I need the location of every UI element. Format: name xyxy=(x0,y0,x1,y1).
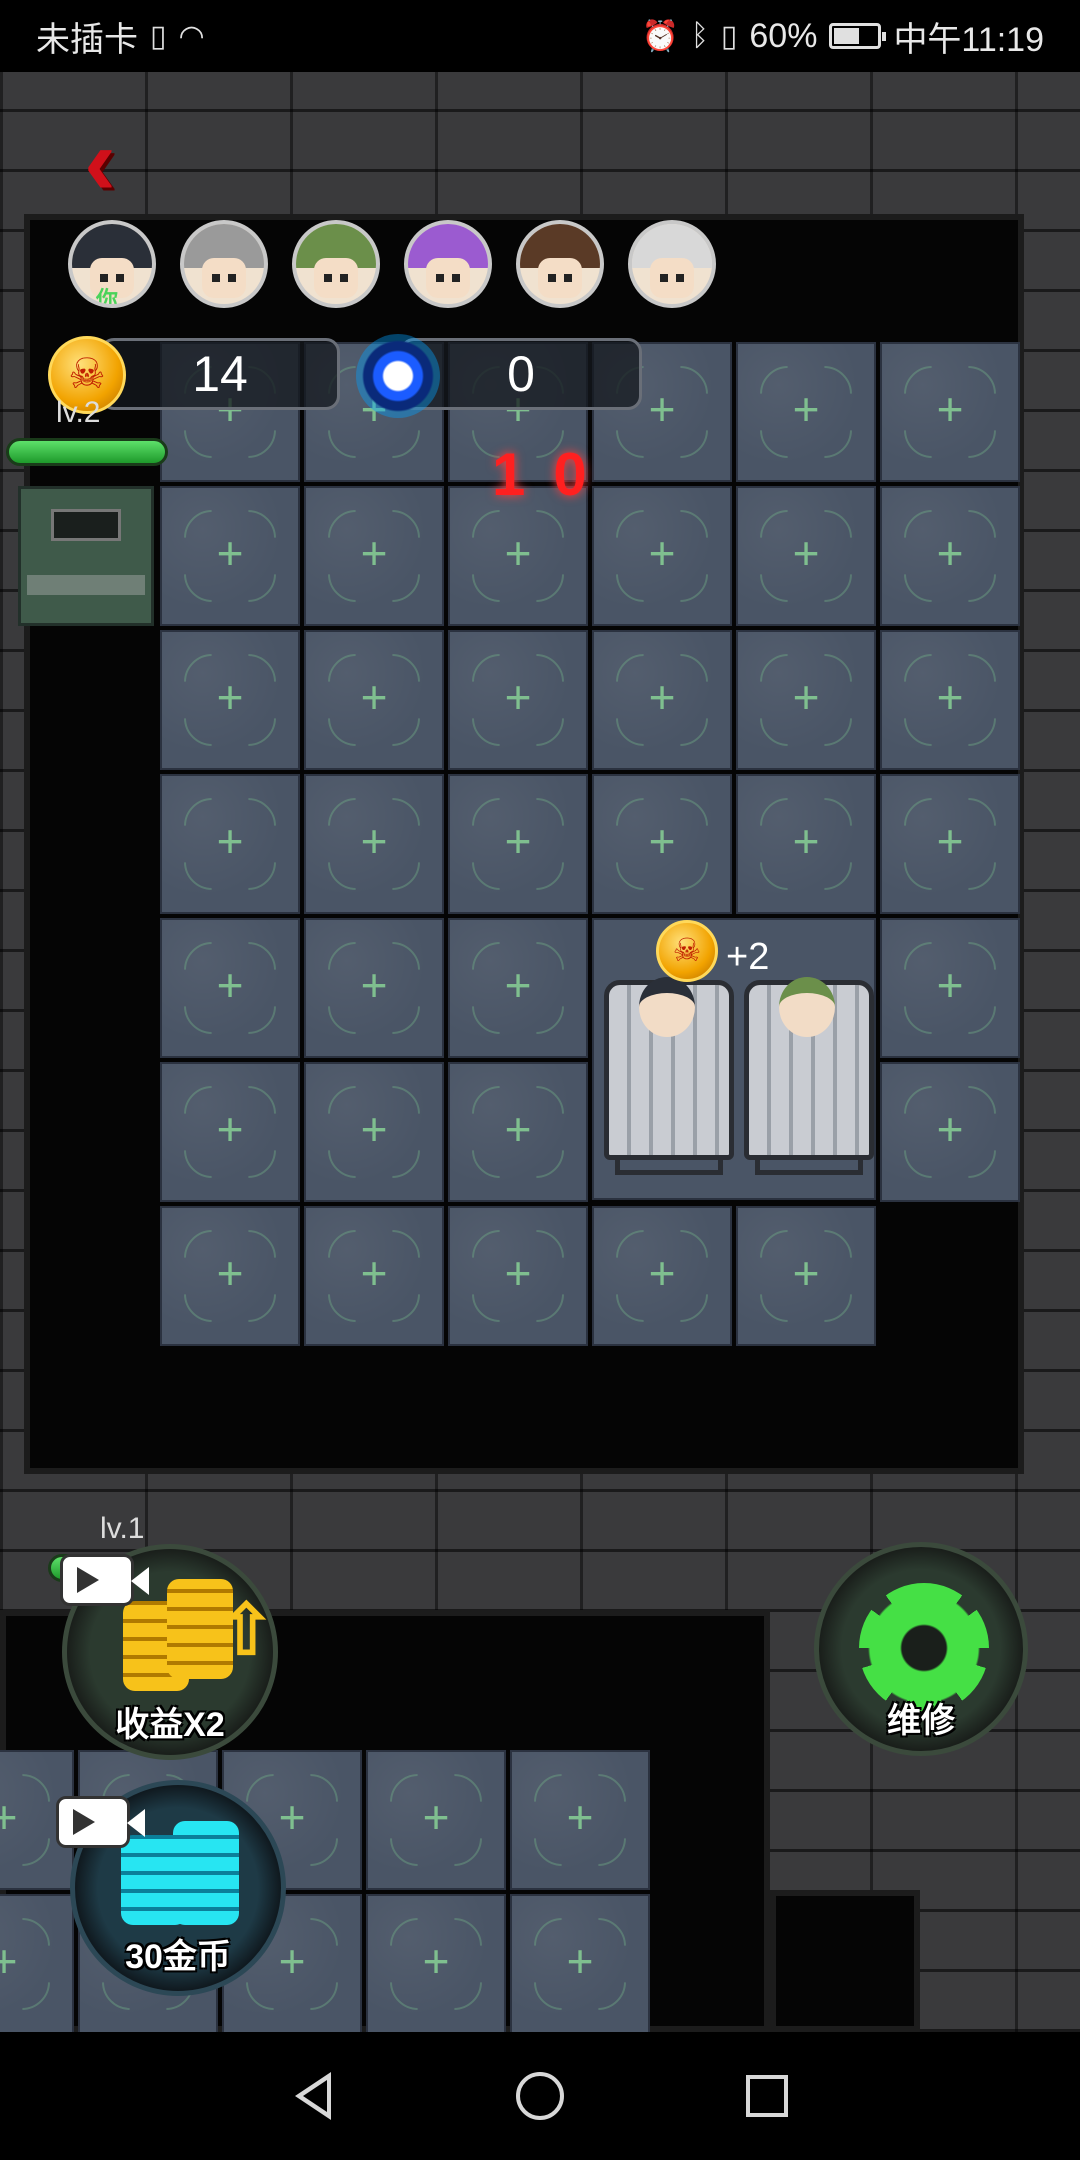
floor-tile[interactable] xyxy=(448,774,588,914)
nav-home-button[interactable] xyxy=(500,2072,580,2120)
floor-tile[interactable] xyxy=(880,1062,1020,1202)
floor-tile[interactable] xyxy=(366,1750,506,1890)
floor-tile[interactable] xyxy=(736,774,876,914)
battery-icon xyxy=(829,23,887,49)
floor-tile[interactable] xyxy=(736,1206,876,1346)
wifi-icon: ◠ xyxy=(178,19,205,53)
floor-tile[interactable] xyxy=(160,774,300,914)
nav-recents-button[interactable] xyxy=(727,2075,807,2117)
carrier-text: 未插卡 xyxy=(36,20,138,59)
floor-tile[interactable] xyxy=(592,774,732,914)
avatar-grandma[interactable] xyxy=(180,220,268,308)
floor-tile[interactable] xyxy=(304,1206,444,1346)
floor-tile[interactable] xyxy=(448,1206,588,1346)
floor-tile[interactable] xyxy=(160,1206,300,1346)
floor-tile[interactable] xyxy=(592,1206,732,1346)
nav-back-button[interactable] xyxy=(273,2072,353,2120)
back-button[interactable]: ‹ xyxy=(84,112,154,212)
floor-tile[interactable] xyxy=(510,1894,650,2034)
bed-skull-coin-icon: ☠ xyxy=(656,920,718,982)
floor-tile[interactable] xyxy=(304,486,444,626)
floor-tile[interactable] xyxy=(160,918,300,1058)
avatar-row: 你 xyxy=(68,220,716,308)
alarm-icon: ⏰ xyxy=(641,19,679,53)
system-nav-bar xyxy=(0,2032,1080,2160)
floor-tile[interactable] xyxy=(736,630,876,770)
portal-energy-count: 0 xyxy=(507,346,535,402)
floor-tile[interactable] xyxy=(448,630,588,770)
battery-percent: 60% xyxy=(749,16,818,55)
avatar-brown-hair[interactable] xyxy=(516,220,604,308)
floor-tile[interactable] xyxy=(880,774,1020,914)
roommate-in-bed xyxy=(779,977,835,1037)
video-ad-icon-2 xyxy=(56,1796,145,1848)
clock: 中午11:19 xyxy=(893,20,1044,59)
floor-tile[interactable] xyxy=(160,1062,300,1202)
avatar-green-hair[interactable] xyxy=(292,220,380,308)
status-bar: 未插卡 ▯ ◠ ⏰ ᛒ ▯ 60% 中午11:19 xyxy=(0,0,1080,72)
bluetooth-icon: ᛒ xyxy=(690,19,709,52)
door-hp-bar xyxy=(6,438,168,466)
cyan-coin-stack-icon-2 xyxy=(173,1821,239,1925)
sim-alert-icon: ▯ xyxy=(150,19,167,53)
floor-tile[interactable] xyxy=(736,342,876,482)
repair-button[interactable]: 维修 xyxy=(814,1542,1028,1756)
avatar-old-man[interactable] xyxy=(628,220,716,308)
skull-coin-count: 14 xyxy=(192,346,248,402)
floor-tile[interactable] xyxy=(304,1062,444,1202)
floor-tile[interactable] xyxy=(0,1894,74,2034)
floor-tile[interactable] xyxy=(160,630,300,770)
coins-button-label: 30金币 xyxy=(125,1938,231,1976)
door-level-label: lv.2 xyxy=(56,396,101,429)
bed-left[interactable] xyxy=(604,977,734,1175)
arrow-up-icon: ⇧ xyxy=(217,1591,276,1669)
countdown-timer: 10 xyxy=(492,441,615,508)
floor-tile[interactable] xyxy=(880,486,1020,626)
video-ad-icon xyxy=(60,1554,149,1606)
game-screen: 未插卡 ▯ ◠ ⏰ ᛒ ▯ 60% 中午11:19 ☠ xyxy=(0,0,1080,2160)
you-tag: 你 xyxy=(96,287,119,308)
player-in-bed xyxy=(639,977,695,1037)
battery-fill xyxy=(834,28,860,44)
door-locker[interactable] xyxy=(18,486,154,626)
home-circle-icon xyxy=(515,2072,564,2120)
floor-tile[interactable] xyxy=(880,918,1020,1058)
floor-tile[interactable] xyxy=(366,1894,506,2034)
avatar-player[interactable]: 你 xyxy=(68,220,156,308)
lower-room-corner xyxy=(770,1890,920,2032)
floor-tile[interactable] xyxy=(880,630,1020,770)
bed-gain-text: +2 xyxy=(726,936,770,978)
floor-tile[interactable] xyxy=(304,918,444,1058)
back-triangle-icon xyxy=(295,2072,332,2120)
repair-label: 维修 xyxy=(887,1702,955,1740)
floor-tile[interactable] xyxy=(880,342,1020,482)
floor-tile[interactable] xyxy=(160,486,300,626)
portal-icon xyxy=(356,334,440,418)
floor-tile[interactable] xyxy=(304,774,444,914)
floor-tile[interactable] xyxy=(592,630,732,770)
floor-tile[interactable] xyxy=(448,918,588,1058)
lower-level-label: lv.1 xyxy=(100,1512,145,1545)
income-x2-label: 收益X2 xyxy=(115,1706,225,1744)
floor-tile[interactable] xyxy=(304,630,444,770)
avatar-purple-girl[interactable] xyxy=(404,220,492,308)
floor-tile[interactable] xyxy=(736,486,876,626)
vibrate-icon: ▯ xyxy=(720,19,738,53)
floor-tile[interactable] xyxy=(510,1750,650,1890)
skull-coin-bar: 14 xyxy=(100,338,340,410)
recents-square-icon xyxy=(745,2075,788,2117)
bed-right[interactable] xyxy=(744,977,874,1175)
floor-tile[interactable] xyxy=(448,1062,588,1202)
